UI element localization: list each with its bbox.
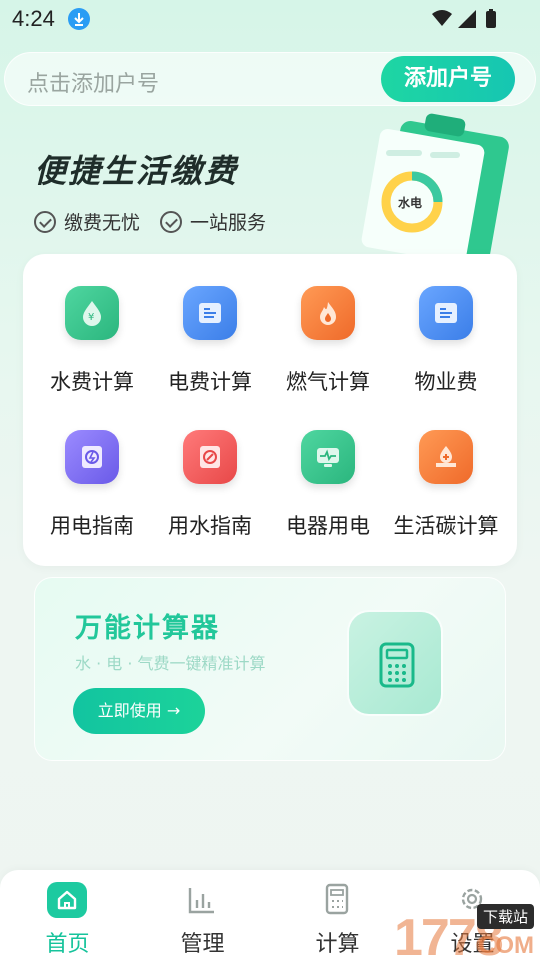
service-label: 电费计算 (168, 370, 252, 394)
nav-manage[interactable]: 管理 (135, 870, 270, 960)
status-bar: 4:24 (0, 0, 540, 40)
service-label: 电器用电 (286, 514, 370, 538)
signal-icon (458, 10, 476, 28)
feature-label: 一站服务 (190, 212, 267, 234)
service-water-fee[interactable]: ¥ 水费计算 (33, 286, 151, 416)
services-card: ¥ 水费计算 电费计算 燃气计算 物业费 用电指南 用水指南 电器用电 生活碳计… (23, 254, 517, 566)
universal-calculator-card[interactable]: 万能计算器 水 · 电 · 气费一键精准计算 立即使用 → (34, 577, 506, 761)
nav-label: 管理 (180, 932, 225, 957)
water-drop-yen-icon: ¥ (65, 286, 119, 340)
monitor-pulse-icon (301, 430, 355, 484)
feature-label: 缴费无忧 (64, 212, 141, 234)
calculator-title: 万能计算器 (75, 613, 220, 644)
home-icon (47, 882, 87, 918)
calculator-icon (347, 610, 443, 716)
service-electric-guide[interactable]: 用电指南 (33, 430, 151, 560)
feature-worry-free: 缴费无忧 (34, 208, 140, 235)
service-electric-fee[interactable]: 电费计算 (151, 286, 269, 416)
illustration-label: 水电 (398, 195, 422, 210)
service-label: 用水指南 (168, 514, 252, 538)
service-carbon-calc[interactable]: 生活碳计算 (387, 430, 505, 560)
carbon-hand-icon (419, 430, 473, 484)
nav-home[interactable]: 首页 (0, 870, 135, 960)
feature-one-stop: 一站服务 (160, 208, 266, 235)
service-gas-fee[interactable]: 燃气计算 (269, 286, 387, 416)
calculator-subtitle: 水 · 电 · 气费一键精准计算 (75, 654, 266, 673)
flame-icon (301, 286, 355, 340)
service-label: 生活碳计算 (393, 514, 499, 538)
nav-label: 首页 (45, 932, 90, 957)
site-watermark: 1778 下载站 COM (310, 890, 540, 960)
battery-icon (486, 11, 496, 28)
watermark-suffix: COM (478, 932, 534, 959)
status-icons (430, 8, 500, 30)
service-water-guide[interactable]: 用水指南 (151, 430, 269, 560)
use-now-button[interactable]: 立即使用 → (73, 688, 205, 734)
water-guide-icon (183, 430, 237, 484)
bar-chart-icon (182, 882, 222, 918)
service-label: 物业费 (414, 370, 478, 394)
add-account-button[interactable]: 添加户号 (381, 56, 515, 102)
service-label: 水费计算 (50, 370, 134, 394)
svg-text:¥: ¥ (88, 312, 94, 323)
wifi-icon (432, 10, 452, 26)
check-circle-icon (34, 210, 56, 233)
search-bar[interactable]: 点击添加户号 添加户号 (4, 52, 536, 106)
check-circle-icon (160, 210, 182, 233)
bill-document-icon (183, 286, 237, 340)
service-property-fee[interactable]: 物业费 (387, 286, 505, 416)
service-label: 燃气计算 (286, 370, 370, 394)
service-label: 用电指南 (50, 514, 134, 538)
electric-guide-icon (65, 430, 119, 484)
download-icon (68, 8, 90, 30)
service-appliance-power[interactable]: 电器用电 (269, 430, 387, 560)
watermark-tag: 下载站 (476, 904, 534, 929)
clipboard-illustration: 水电 (330, 110, 520, 265)
banner-title: 便捷生活缴费 (34, 152, 239, 190)
account-input-placeholder[interactable]: 点击添加户号 (27, 66, 159, 98)
property-document-icon (419, 286, 473, 340)
status-time: 4:24 (12, 6, 55, 31)
